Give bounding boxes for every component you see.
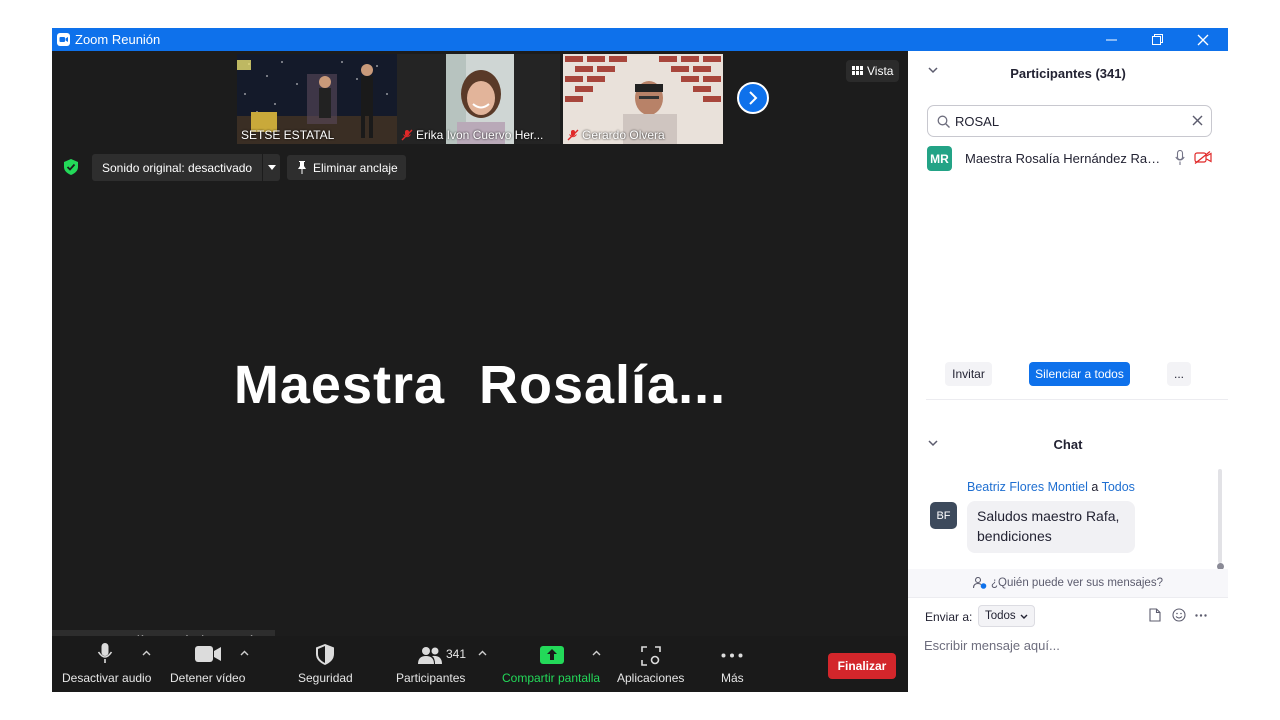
original-sound-button[interactable]: Sonido original: desactivado — [92, 154, 281, 181]
chevron-right-icon — [749, 91, 758, 105]
clear-search-icon[interactable] — [1192, 115, 1203, 126]
unpin-button[interactable]: Eliminar anclaje — [287, 155, 406, 180]
restore-button[interactable] — [1134, 28, 1180, 51]
sender-name[interactable]: Beatriz Flores Montiel — [967, 480, 1088, 494]
apps-button[interactable]: Aplicaciones — [614, 636, 690, 692]
thumbnail-name: Gerardo Olvera — [567, 128, 665, 142]
window-title: Zoom Reunión — [75, 32, 161, 47]
message-target: Todos — [1101, 480, 1135, 494]
side-panel: Participantes (341) MR Maestra Rosalía H… — [908, 51, 1228, 692]
person-eye-icon — [973, 577, 987, 589]
avatar: BF — [930, 502, 957, 529]
message-sender: Beatriz Flores Montiel a Todos — [967, 480, 1135, 494]
file-icon[interactable] — [1149, 608, 1161, 622]
participant-name: Maestra Rosalía Hernández Ramí... — [965, 151, 1169, 166]
send-to-select[interactable]: Todos — [978, 605, 1035, 627]
share-screen-button[interactable]: Compartir pantalla — [500, 636, 604, 692]
more-options-button[interactable]: ... — [1167, 362, 1191, 386]
share-screen-icon — [540, 646, 564, 664]
search-icon — [937, 115, 950, 128]
active-speaker-name: Maestra Rosalía... — [233, 355, 727, 415]
participant-search[interactable] — [927, 105, 1212, 137]
chat-scrollbar[interactable] — [1218, 469, 1222, 563]
meeting-toolbar: Desactivar audio Detener vídeo Seguridad… — [52, 636, 908, 692]
message-text-line: Saludos maestro Rafa, — [977, 508, 1120, 524]
zoom-window: Zoom Reunión SETSE ESTATAL Erika Ivon Cu… — [52, 28, 1228, 692]
participants-icon — [418, 647, 442, 664]
video-thumbnail[interactable]: Erika Ivon Cuervo Her... — [397, 54, 560, 144]
grid-icon — [852, 66, 863, 75]
section-divider — [926, 399, 1228, 400]
apps-icon — [641, 646, 661, 666]
thumbnail-name: Erika Ivon Cuervo Her... — [401, 128, 543, 142]
send-to-label: Enviar a: — [925, 610, 973, 624]
chat-header: Chat — [908, 429, 1228, 465]
minimize-icon — [1105, 39, 1117, 41]
video-options-caret-icon[interactable] — [240, 650, 249, 656]
share-options-caret-icon[interactable] — [592, 650, 601, 656]
avatar: MR — [927, 146, 952, 171]
chevron-down-icon — [1020, 614, 1028, 619]
muted-mic-icon — [401, 129, 413, 141]
caret-down-icon — [267, 165, 276, 170]
encryption-shield-icon[interactable] — [64, 159, 78, 175]
next-page-button[interactable] — [737, 82, 769, 114]
participant-row[interactable]: MR Maestra Rosalía Hernández Ramí... — [927, 146, 1217, 172]
microphone-icon — [97, 643, 113, 663]
chat-message-input[interactable] — [924, 635, 1214, 655]
close-icon — [1197, 34, 1209, 45]
section-divider — [908, 597, 1228, 598]
participants-button[interactable]: 341 Participantes — [392, 636, 492, 692]
participants-options-caret-icon[interactable] — [478, 650, 487, 656]
video-area: SETSE ESTATAL Erika Ivon Cuervo Her... G… — [52, 51, 908, 692]
who-can-see-messages[interactable]: ¿Quién puede ver sus mensajes? — [908, 569, 1228, 597]
participants-title: Participantes (341) — [1010, 66, 1126, 81]
title-bar: Zoom Reunión — [52, 28, 1228, 51]
sound-options-dropdown[interactable] — [262, 154, 280, 181]
participants-header: Participantes (341) — [908, 51, 1228, 95]
microphone-icon[interactable] — [1175, 150, 1185, 166]
video-button[interactable]: Detener vídeo — [164, 636, 260, 692]
thumbnail-name: SETSE ESTATAL — [241, 128, 335, 142]
view-button[interactable]: Vista — [846, 60, 900, 82]
message-bubble[interactable]: Saludos maestro Rafa, bendiciones — [967, 501, 1135, 553]
emoji-icon[interactable] — [1172, 608, 1186, 622]
more-dots-icon[interactable] — [1195, 614, 1207, 617]
minimize-button[interactable] — [1088, 28, 1134, 51]
pin-icon — [298, 161, 306, 174]
close-button[interactable] — [1180, 28, 1226, 51]
invite-button[interactable]: Invitar — [945, 362, 992, 386]
end-meeting-button[interactable]: Finalizar — [828, 653, 896, 679]
security-button[interactable]: Seguridad — [290, 636, 360, 692]
video-thumbnail[interactable]: SETSE ESTATAL — [237, 54, 397, 144]
message-to-word: a — [1091, 480, 1099, 494]
mute-all-button[interactable]: Silenciar a todos — [1029, 362, 1130, 386]
participants-count: 341 — [446, 647, 467, 661]
shield-icon — [316, 644, 334, 665]
zoom-app-icon — [57, 33, 70, 46]
more-dots-icon — [721, 653, 743, 658]
audio-options-caret-icon[interactable] — [142, 650, 151, 656]
message-text-line: bendiciones — [977, 528, 1052, 544]
chat-title: Chat — [1053, 437, 1083, 452]
video-camera-icon — [195, 646, 221, 662]
restore-icon — [1151, 34, 1163, 45]
participant-search-input[interactable] — [955, 112, 1185, 130]
video-off-icon[interactable] — [1194, 151, 1212, 164]
video-thumbnail[interactable]: Gerardo Olvera — [563, 54, 723, 144]
audio-button[interactable]: Desactivar audio — [52, 636, 160, 692]
muted-mic-icon — [567, 129, 579, 141]
more-button[interactable]: Más — [712, 636, 752, 692]
